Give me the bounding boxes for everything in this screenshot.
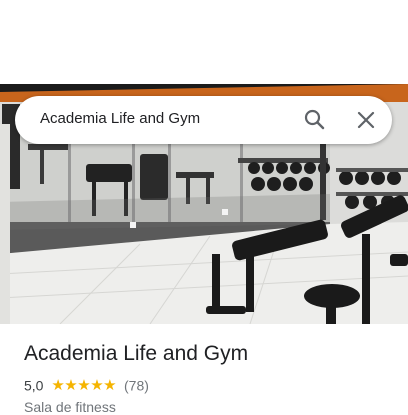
search-input[interactable]: Academia Life and Gym bbox=[40, 110, 200, 127]
map-top-area bbox=[0, 0, 408, 84]
search-bar[interactable]: Academia Life and Gym bbox=[15, 96, 392, 144]
close-icon[interactable] bbox=[352, 106, 380, 134]
search-icon[interactable] bbox=[301, 106, 329, 134]
rating-row[interactable]: 5,0 ★★★★★ (78) bbox=[24, 376, 149, 394]
review-count[interactable]: (78) bbox=[124, 377, 149, 393]
star-rating-icon: ★★★★★ bbox=[51, 377, 117, 395]
rating-value: 5,0 bbox=[24, 377, 44, 394]
place-info-panel[interactable]: Academia Life and Gym 5,0 ★★★★★ (78) Sal… bbox=[0, 324, 408, 415]
place-title: Academia Life and Gym bbox=[24, 342, 249, 365]
place-category: Sala de fitness bbox=[24, 399, 116, 415]
